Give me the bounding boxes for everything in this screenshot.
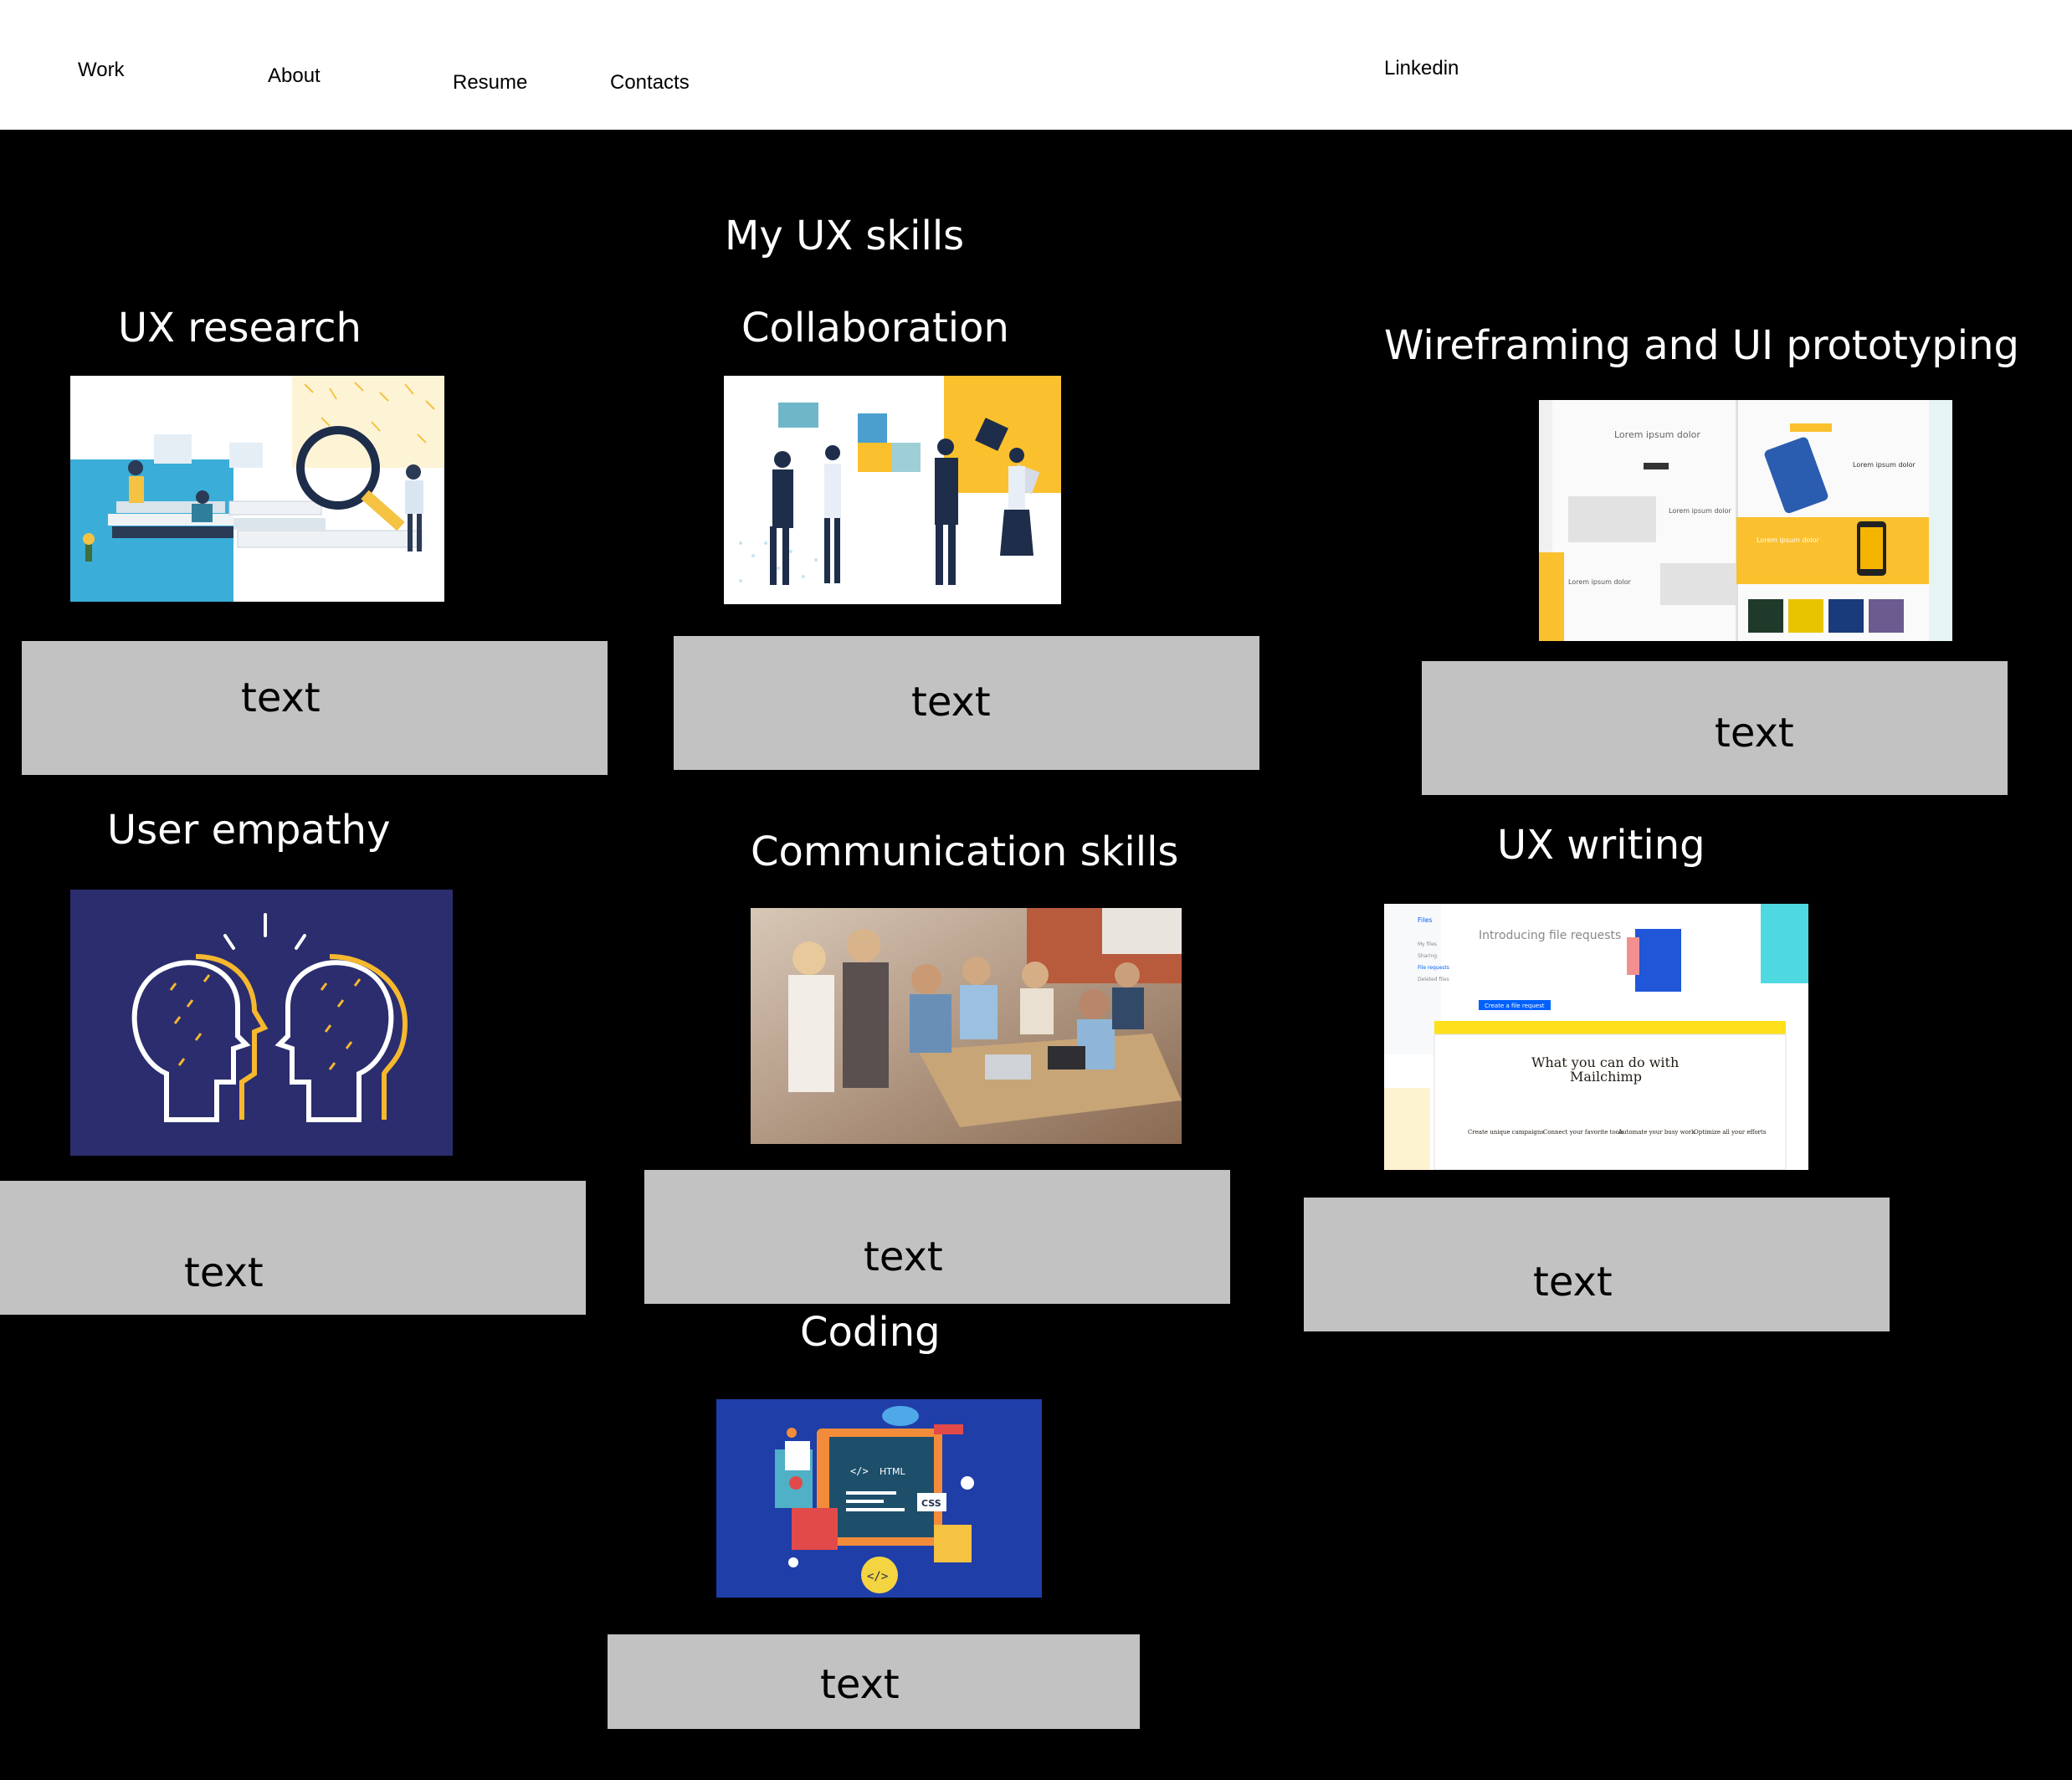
- feature-3: Automate your busy work: [1618, 1129, 1695, 1136]
- wireframe-text-3: Lorem ipsum dolor: [1568, 578, 1632, 586]
- wireframing-prototype-image: Lorem ipsum dolor Lorem ipsum dolor Lore…: [1539, 400, 1952, 641]
- wireframe-text-2: Lorem ipsum dolor: [1669, 507, 1732, 515]
- skill-title-user-empathy: User empathy: [107, 807, 391, 854]
- files-title: Files: [1418, 916, 1433, 924]
- ux-research-illustration: [70, 376, 444, 602]
- communication-skills-photo: [751, 908, 1182, 1144]
- sidebar-item-sharing: Sharing: [1418, 953, 1437, 959]
- page-title: My UX skills: [725, 213, 965, 259]
- feature-2: Connect your favorite tools: [1543, 1129, 1624, 1136]
- user-empathy-illustration: [70, 890, 453, 1156]
- feature-1: Create unique campaigns: [1468, 1129, 1544, 1136]
- collaboration-illustration: [724, 376, 1061, 604]
- collaboration-text-box: text: [674, 636, 1259, 770]
- communication-text-box: text: [644, 1170, 1230, 1304]
- skill-title-ux-writing: UX writing: [1497, 822, 1705, 869]
- wireframing-text: text: [1715, 710, 1794, 757]
- skill-title-coding: Coding: [800, 1309, 941, 1356]
- coding-text: text: [820, 1661, 900, 1708]
- nav-contacts-link[interactable]: Contacts: [610, 71, 690, 95]
- sidebar-item-my-files: My files: [1418, 941, 1437, 947]
- communication-text: text: [864, 1234, 943, 1280]
- svg-text:</>: </>: [867, 1570, 888, 1583]
- ux-research-text-box: text: [22, 641, 608, 775]
- mailchimp-card-title-2: Mailchimp: [1570, 1069, 1642, 1085]
- svg-text:</>: </>: [850, 1465, 869, 1477]
- wireframe-text-5: Lorem ipsum dolor: [1757, 536, 1820, 544]
- coding-illustration: </> HTML CSS </>: [716, 1399, 1042, 1598]
- ux-writing-example-image: Files My files Sharing File requests Del…: [1384, 904, 1808, 1170]
- nav-work-link[interactable]: Work: [78, 59, 125, 82]
- create-file-request-button: Create a file request: [1485, 1003, 1545, 1009]
- feature-4: Optimize all your efforts: [1694, 1129, 1767, 1136]
- ux-writing-text: text: [1533, 1259, 1613, 1306]
- wireframe-text-1: Lorem ipsum dolor: [1614, 429, 1700, 440]
- nav-linkedin-link[interactable]: Linkedin: [1384, 57, 1459, 80]
- nav-resume-link[interactable]: Resume: [453, 71, 527, 95]
- skill-title-communication: Communication skills: [751, 828, 1179, 875]
- user-empathy-text: text: [184, 1249, 264, 1296]
- skill-title-collaboration: Collaboration: [741, 305, 1009, 351]
- ux-research-text: text: [241, 675, 321, 721]
- coding-text-box: text: [608, 1634, 1140, 1729]
- coding-html-label: HTML: [880, 1466, 905, 1477]
- user-empathy-text-box: text: [0, 1181, 586, 1315]
- ux-writing-text-box: text: [1304, 1198, 1890, 1331]
- sidebar-item-deleted-files: Deleted files: [1418, 977, 1449, 982]
- sidebar-item-file-requests: File requests: [1418, 965, 1449, 971]
- skill-title-wireframing: Wireframing and UI prototyping: [1384, 322, 2019, 369]
- collaboration-text: text: [911, 679, 991, 726]
- top-nav: Work About Resume Contacts Linkedin: [0, 0, 2072, 130]
- wireframe-text-4: Lorem ipsum dolor: [1853, 461, 1916, 469]
- skill-title-ux-research: UX research: [118, 305, 362, 351]
- wireframing-text-box: text: [1422, 661, 2008, 795]
- nav-about-link[interactable]: About: [268, 64, 321, 88]
- ux-writing-headline: Introducing file requests: [1479, 929, 1621, 942]
- coding-css-label: CSS: [921, 1498, 941, 1509]
